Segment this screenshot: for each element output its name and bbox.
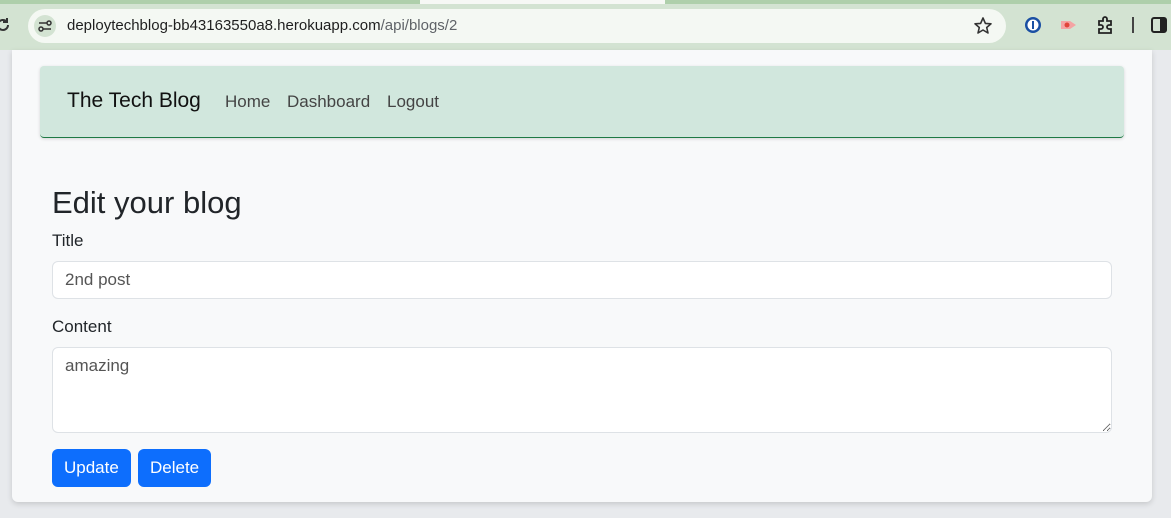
nav-link-dashboard[interactable]: Dashboard bbox=[287, 92, 370, 112]
star-icon[interactable] bbox=[973, 16, 993, 36]
browser-toolbar: deploytechblog-bb43163550a8.herokuapp.co… bbox=[0, 0, 1171, 50]
url-path: /api/blogs/2 bbox=[380, 17, 458, 34]
title-input[interactable] bbox=[52, 261, 1112, 299]
active-tab[interactable] bbox=[420, 0, 665, 4]
content-label: Content bbox=[52, 317, 112, 336]
content-textarea[interactable]: amazing bbox=[52, 347, 1112, 433]
extensions-icon[interactable] bbox=[1094, 14, 1116, 36]
page-container: The Tech Blog Home Dashboard Logout Edit… bbox=[12, 50, 1152, 502]
nav-link-home[interactable]: Home bbox=[225, 92, 270, 112]
navbar: The Tech Blog Home Dashboard Logout bbox=[40, 66, 1124, 138]
url-host: deploytechblog-bb43163550a8.herokuapp.co… bbox=[67, 17, 381, 34]
url-text[interactable]: deploytechblog-bb43163550a8.herokuapp.co… bbox=[67, 17, 457, 34]
nav-link-logout[interactable]: Logout bbox=[387, 92, 439, 112]
delete-button[interactable]: Delete bbox=[138, 449, 212, 487]
brand-link[interactable]: The Tech Blog bbox=[67, 89, 201, 113]
side-panel-icon[interactable] bbox=[1148, 14, 1170, 36]
password-manager-icon[interactable] bbox=[1022, 14, 1044, 36]
toolbar-divider bbox=[1132, 17, 1134, 33]
address-bar[interactable]: deploytechblog-bb43163550a8.herokuapp.co… bbox=[28, 9, 1006, 43]
reload-icon[interactable] bbox=[0, 16, 12, 34]
extension-record-icon[interactable] bbox=[1058, 14, 1080, 36]
extension-icons bbox=[1022, 14, 1171, 36]
tab-strip bbox=[0, 0, 1171, 4]
page-title: Edit your blog bbox=[52, 185, 242, 220]
update-button[interactable]: Update bbox=[52, 449, 131, 487]
title-label: Title bbox=[52, 231, 84, 250]
site-info-icon[interactable] bbox=[34, 15, 56, 37]
